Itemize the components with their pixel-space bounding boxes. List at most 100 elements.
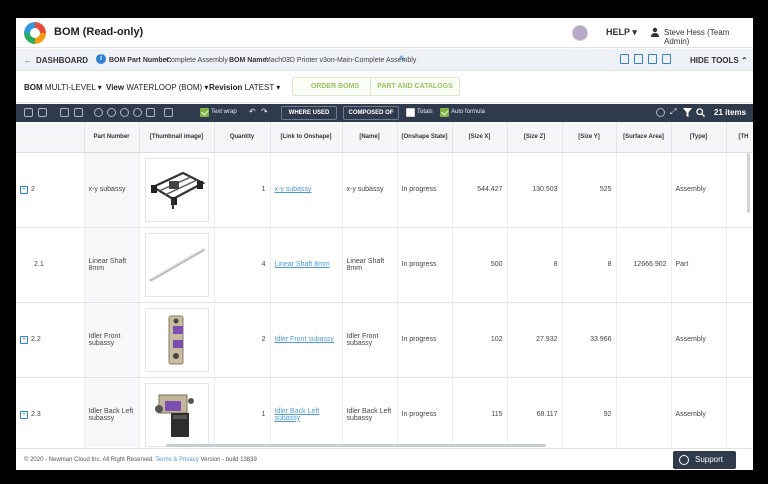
- name-cell[interactable]: Idler Front subassy: [342, 302, 398, 378]
- quantity-cell[interactable]: 1: [214, 152, 271, 228]
- size-z-cell[interactable]: 27.932: [507, 302, 563, 378]
- type-cell[interactable]: Part: [671, 227, 727, 303]
- name-cell[interactable]: x-y subassy: [342, 152, 398, 228]
- composed-of-button[interactable]: COMPOSED OF: [343, 106, 399, 120]
- history-icon[interactable]: [656, 108, 665, 117]
- name-cell[interactable]: Linear Shaft 8mm: [342, 227, 398, 303]
- bom-level-select[interactable]: BOM MULTI-LEVEL ▾: [24, 83, 102, 92]
- avatar[interactable]: [572, 25, 588, 41]
- expand-toggle-icon[interactable]: +: [20, 410, 28, 419]
- size-y-cell[interactable]: 33.966: [562, 302, 617, 378]
- size-x-cell[interactable]: 115: [452, 377, 508, 447]
- row-id-cell[interactable]: +2: [16, 152, 85, 228]
- column-header-4[interactable]: [Link to Onshape]: [270, 122, 343, 153]
- move-icon[interactable]: [146, 108, 155, 117]
- column-header-10[interactable]: [Surface Area]: [616, 122, 672, 153]
- add-column-icon[interactable]: [120, 108, 129, 117]
- column-header-1[interactable]: Part Number: [84, 122, 140, 153]
- type-cell[interactable]: Assembly: [671, 302, 727, 378]
- quantity-cell[interactable]: 2: [214, 302, 271, 378]
- list-icon[interactable]: [620, 54, 629, 64]
- part-catalog-button[interactable]: PART AND CATALOGS: [370, 77, 460, 96]
- state-cell[interactable]: In progress: [397, 377, 453, 447]
- edit-pencil-icon[interactable]: ✎: [399, 54, 407, 65]
- thumbnail-cell[interactable]: [139, 227, 215, 303]
- indent-icon[interactable]: [60, 108, 69, 117]
- column-header-9[interactable]: [Size Y]: [562, 122, 617, 153]
- terms-link[interactable]: Terms: [155, 457, 171, 463]
- size-x-cell[interactable]: 102: [452, 302, 508, 378]
- redo-icon[interactable]: ↷: [261, 107, 268, 116]
- state-cell[interactable]: In progress: [397, 152, 453, 228]
- order-boms-button[interactable]: ORDER BOMS: [292, 77, 378, 96]
- table-row[interactable]: 2.1 Linear Shaft 8mm 4 Linear Shaft 8mm Line…: [16, 227, 753, 303]
- table-row[interactable]: +2 x-y subassy 1 x-y subassy x-y subassy In p…: [16, 152, 753, 228]
- search-icon[interactable]: [696, 108, 705, 117]
- name-cell[interactable]: Idler Back Left subassy: [342, 377, 398, 447]
- fullscreen-icon[interactable]: ⤢: [670, 107, 676, 117]
- size-z-cell[interactable]: 130.503: [507, 152, 563, 228]
- surface-area-cell[interactable]: [616, 377, 672, 447]
- onshape-link-cell[interactable]: Idler Back Left subassy: [270, 377, 343, 447]
- column-header-0[interactable]: [16, 122, 85, 153]
- part-number-cell[interactable]: Idler Back Left subassy: [84, 377, 140, 447]
- size-z-cell[interactable]: 68.117: [507, 377, 563, 447]
- filter-icon[interactable]: [683, 108, 692, 117]
- info-icon[interactable]: i: [96, 54, 106, 64]
- app-logo-icon[interactable]: [24, 22, 46, 44]
- filter-level-icon[interactable]: [38, 108, 47, 117]
- dashboard-link[interactable]: DASHBOARD: [36, 56, 88, 65]
- quantity-cell[interactable]: 1: [214, 377, 271, 447]
- quantity-cell[interactable]: 4: [214, 227, 271, 303]
- surface-area-cell[interactable]: 12666.902: [616, 227, 672, 303]
- auto-formula-checkbox[interactable]: [440, 108, 449, 117]
- expand-toggle-icon[interactable]: +: [20, 335, 28, 344]
- surface-area-cell[interactable]: [616, 152, 672, 228]
- hide-tools-button[interactable]: HIDE TOOLS ⌃: [690, 56, 748, 65]
- vertical-scrollbar[interactable]: [747, 153, 750, 213]
- extra-cell[interactable]: [726, 302, 753, 378]
- view-select[interactable]: View WATERLOOP (BOM) ▾: [106, 83, 208, 92]
- onshape-link[interactable]: Idler Back Left subassy: [275, 408, 320, 422]
- where-used-button[interactable]: WHERE USED: [281, 106, 337, 120]
- size-x-cell[interactable]: 500: [452, 227, 508, 303]
- column-header-12[interactable]: [TH: [726, 122, 753, 153]
- column-header-5[interactable]: [Name]: [342, 122, 398, 153]
- support-button[interactable]: Support: [673, 451, 736, 469]
- type-cell[interactable]: Assembly: [671, 152, 727, 228]
- state-cell[interactable]: In progress: [397, 302, 453, 378]
- row-id-cell[interactable]: +2.2: [16, 302, 85, 378]
- onshape-link[interactable]: Linear Shaft 8mm: [275, 261, 330, 268]
- onshape-link-cell[interactable]: x-y subassy: [270, 152, 343, 228]
- size-y-cell[interactable]: 8: [562, 227, 617, 303]
- columns-icon[interactable]: [164, 108, 173, 117]
- revision-select[interactable]: Revision LATEST ▾: [209, 83, 280, 92]
- help-menu[interactable]: HELP ▾: [606, 27, 637, 38]
- column-header-8[interactable]: [Size Z]: [507, 122, 563, 153]
- part-number-cell[interactable]: x-y subassy: [84, 152, 140, 228]
- add-child-icon[interactable]: [107, 108, 116, 117]
- thumbnail-cell[interactable]: [139, 377, 215, 447]
- remove-row-icon[interactable]: [133, 108, 142, 117]
- add-row-icon[interactable]: [94, 108, 103, 117]
- outdent-icon[interactable]: [74, 108, 83, 117]
- column-header-2[interactable]: [Thumbnail image]: [139, 122, 215, 153]
- column-header-7[interactable]: [Size X]: [452, 122, 508, 153]
- extra-cell[interactable]: [726, 227, 753, 303]
- share-icon[interactable]: [648, 54, 657, 64]
- surface-area-cell[interactable]: [616, 302, 672, 378]
- part-number-cell[interactable]: Idler Front subassy: [84, 302, 140, 378]
- totals-checkbox[interactable]: [406, 108, 415, 117]
- row-id-cell[interactable]: 2.1: [16, 227, 85, 303]
- onshape-link[interactable]: x-y subassy: [275, 186, 312, 193]
- state-cell[interactable]: In progress: [397, 227, 453, 303]
- size-z-cell[interactable]: 8: [507, 227, 563, 303]
- tree-icon[interactable]: [24, 108, 33, 117]
- column-header-6[interactable]: [Onshape State]: [397, 122, 453, 153]
- onshape-link-cell[interactable]: Linear Shaft 8mm: [270, 227, 343, 303]
- table-row[interactable]: +2.3 Idler Back Left subassy 1 Idler Back L…: [16, 377, 753, 447]
- privacy-link[interactable]: Privacy: [179, 457, 199, 463]
- undo-icon[interactable]: ↶: [249, 107, 256, 116]
- onshape-link-cell[interactable]: Idler Front subassy: [270, 302, 343, 378]
- text-wrap-checkbox[interactable]: [200, 108, 209, 117]
